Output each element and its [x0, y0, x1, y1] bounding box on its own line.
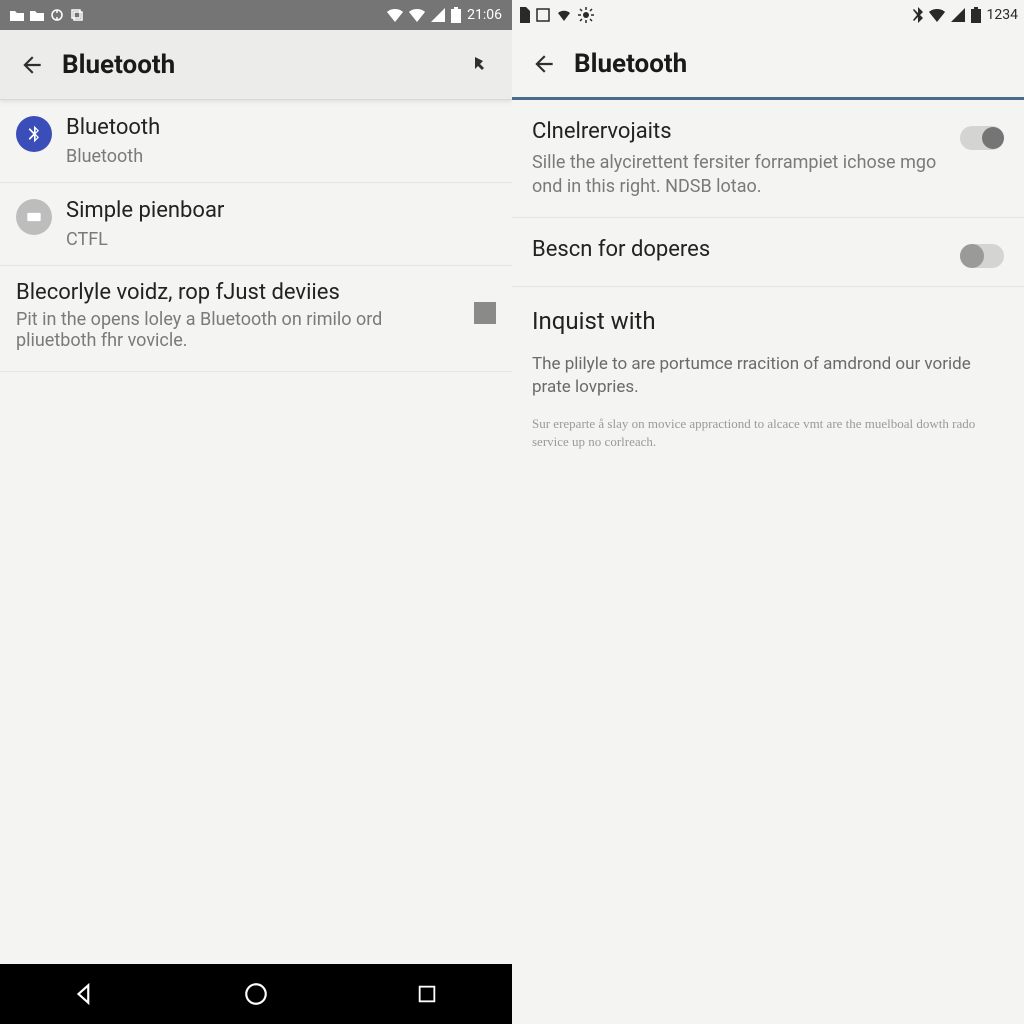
status-time: 21:06 — [467, 7, 502, 23]
wifi-icon-r — [556, 9, 572, 21]
section-p1: The plilyle to are portumce rracition of… — [532, 353, 1004, 399]
visibility-desc: Pit in the opens loley a Bluetooth on ri… — [16, 309, 454, 351]
nav-home[interactable] — [232, 970, 280, 1018]
phone-right: 1234 Bluetooth Clnelrervojaits Sille the… — [512, 0, 1024, 1024]
section-header: Inquist with — [512, 287, 1024, 343]
back-button-r[interactable] — [524, 44, 564, 84]
page-title-r: Bluetooth — [574, 49, 687, 79]
bluetooth-icon — [16, 116, 52, 152]
status-icons-left-r — [518, 7, 594, 23]
setting-title: Clnelrervojaits — [532, 118, 948, 147]
status-time-r: 1234 — [987, 7, 1018, 23]
section-body: The plilyle to are portumce rracition of… — [512, 343, 1024, 461]
folder-icon-2 — [30, 9, 44, 21]
status-icons-left — [10, 8, 84, 22]
content-left: Bluetooth Bluetooth Simple pienboar CTFL… — [0, 100, 512, 964]
setting-row-2[interactable]: Bescn for doperes — [512, 218, 1024, 287]
keyboard-icon — [16, 199, 52, 235]
device-row-bluetooth[interactable]: Bluetooth Bluetooth — [0, 100, 512, 183]
setting-title: Bescn for doperes — [532, 236, 948, 265]
nav-back[interactable] — [61, 970, 109, 1018]
app-bar-right: Bluetooth — [512, 30, 1024, 100]
setting-row-1[interactable]: Clnelrervojaits Sille the alycirettent f… — [512, 100, 1024, 218]
toggle-switch-1[interactable] — [960, 126, 1004, 150]
sim-icon — [518, 7, 530, 23]
status-bar-right: 1234 — [512, 0, 1024, 30]
gear-icon — [578, 7, 594, 23]
battery-icon — [451, 7, 461, 23]
device-title: Simple pienboar — [66, 197, 496, 226]
wifi-icon-2 — [409, 8, 425, 22]
app-bar-left: Bluetooth — [0, 30, 512, 100]
visibility-title: Blecorlyle voidz, rop fJust deviies — [16, 280, 454, 305]
visibility-row[interactable]: Blecorlyle voidz, rop fJust deviies Pit … — [0, 266, 512, 372]
nav-recents[interactable] — [403, 970, 451, 1018]
battery-icon-r — [971, 7, 981, 23]
phone-left: 21:06 Bluetooth Bluetooth Bluetooth — [0, 0, 512, 1024]
signal-icon — [431, 8, 445, 22]
status-bar-left: 21:06 — [0, 0, 512, 30]
section-title: Inquist with — [532, 307, 1004, 335]
folder-icon — [10, 9, 24, 21]
page-title: Bluetooth — [62, 50, 175, 80]
device-sub: CTFL — [66, 228, 496, 251]
square-icon — [536, 8, 550, 22]
device-row-simple[interactable]: Simple pienboar CTFL — [0, 183, 512, 266]
toggle-switch-2[interactable] — [960, 244, 1004, 268]
device-title: Bluetooth — [66, 114, 496, 143]
stack-icon — [70, 8, 84, 22]
section-p2: Sur ereparte å slay on movice appraction… — [532, 415, 1004, 451]
status-icons-right-r: 1234 — [913, 7, 1018, 23]
back-button[interactable] — [12, 45, 52, 85]
visibility-checkbox[interactable] — [474, 302, 496, 324]
setting-desc: Sille the alycirettent fersiter forrampi… — [532, 151, 948, 200]
wifi-icon — [387, 8, 403, 22]
status-icons-right: 21:06 — [387, 7, 502, 23]
action-icon[interactable] — [460, 45, 500, 85]
device-sub: Bluetooth — [66, 145, 496, 168]
signal-icon-r — [951, 8, 965, 22]
refresh-icon — [50, 8, 64, 22]
nav-bar — [0, 964, 512, 1024]
bluetooth-status-icon — [913, 7, 923, 23]
wifi-full-icon — [929, 8, 945, 22]
